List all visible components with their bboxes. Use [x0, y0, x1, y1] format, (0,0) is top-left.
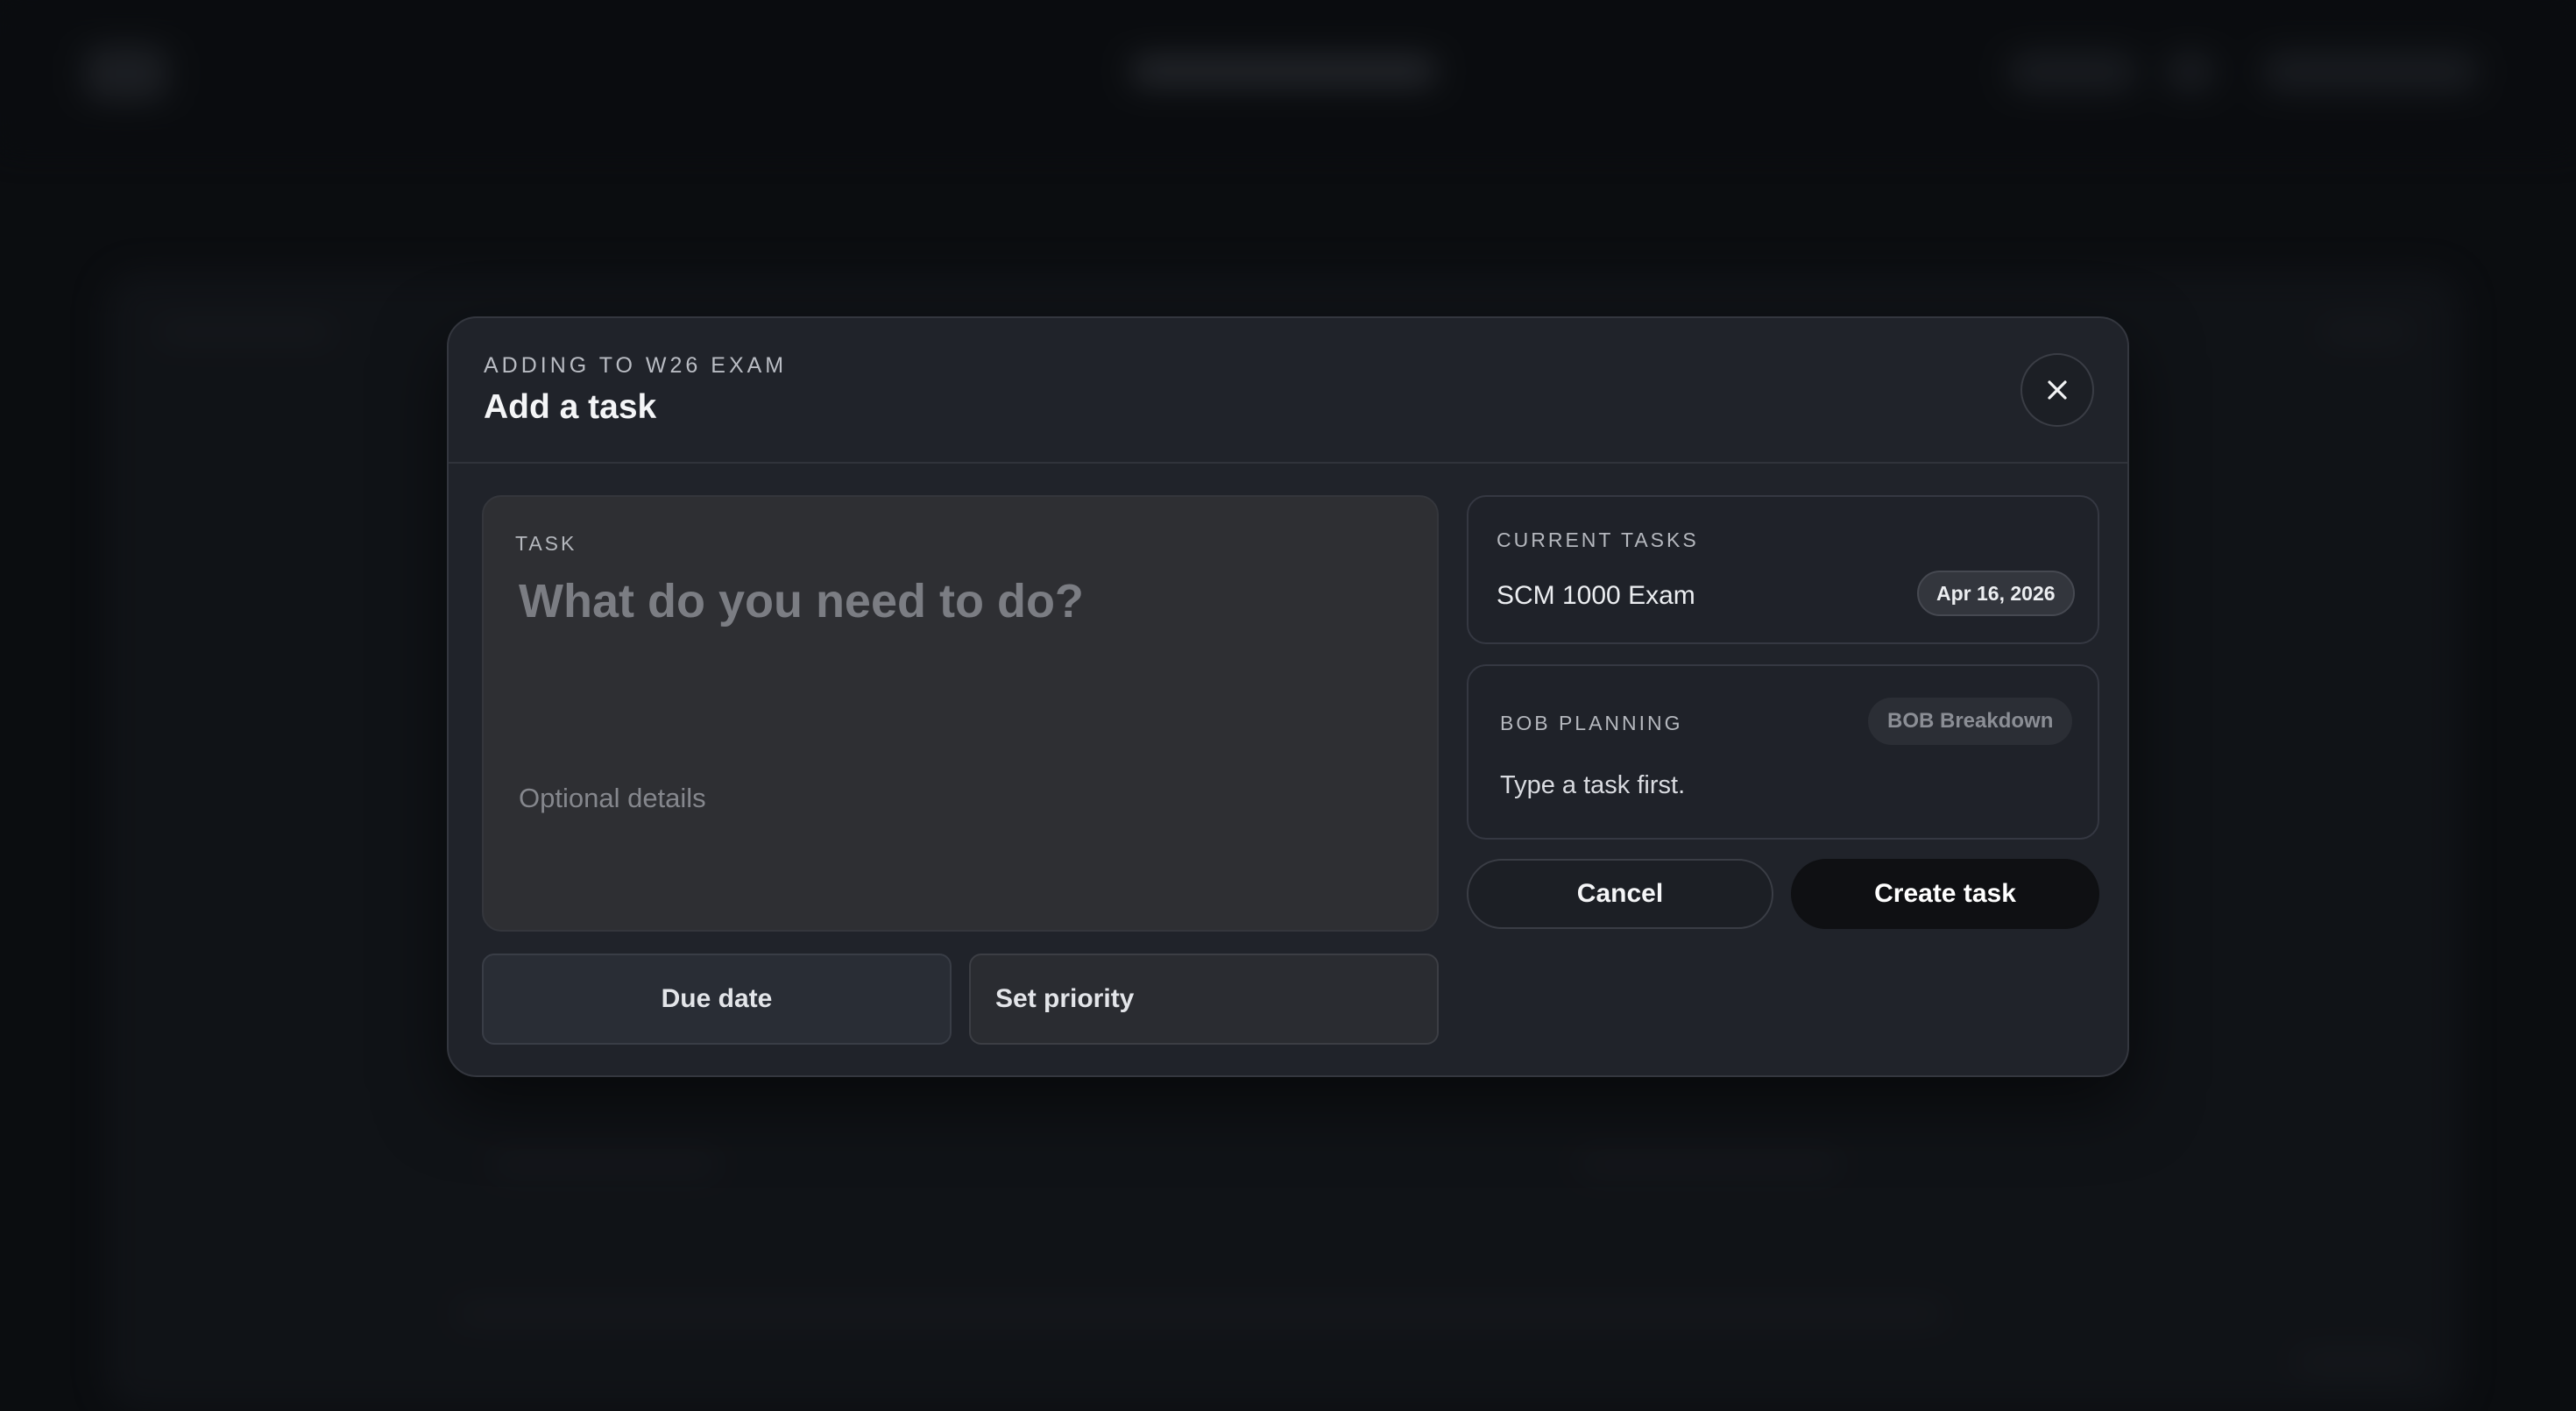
background-line: [456, 1306, 1945, 1322]
dialog-eyebrow: ADDING TO W26 EXAM: [484, 353, 788, 378]
background-column: [315, 377, 317, 1323]
set-priority-button[interactable]: Set priority: [969, 954, 1439, 1045]
background-title: [1130, 56, 1437, 86]
background-column: [2226, 377, 2227, 1323]
current-tasks-card: CURRENT TASKS SCM 1000 Exam Apr 16, 2026: [1467, 495, 2099, 644]
background-line: [1577, 1157, 1840, 1173]
background-line: [491, 1157, 718, 1173]
current-task-date-badge: Apr 16, 2026: [1917, 571, 2075, 616]
close-button[interactable]: [2020, 353, 2094, 427]
task-title-input[interactable]: What do you need to do?: [519, 574, 1404, 628]
background-line: [158, 324, 333, 340]
due-date-button[interactable]: Due date: [482, 954, 952, 1045]
cancel-button[interactable]: Cancel: [1467, 859, 1773, 929]
bob-planning-card: BOB PLANNING BOB Breakdown Type a task f…: [1467, 664, 2099, 840]
dialog-header: ADDING TO W26 EXAM Add a task: [449, 318, 2127, 464]
background-line: [2322, 324, 2410, 340]
task-label: TASK: [515, 532, 577, 555]
close-icon: [2048, 380, 2067, 400]
background-button: [2006, 51, 2138, 93]
background-button: [2261, 51, 2480, 93]
dialog-title: Add a task: [484, 388, 657, 426]
bob-planning-hint: Type a task first.: [1500, 771, 1686, 799]
add-task-dialog: ADDING TO W26 EXAM Add a task TASK What …: [447, 316, 2129, 1077]
current-task-name: SCM 1000 Exam: [1497, 581, 1695, 610]
background-logo: [84, 46, 168, 102]
current-tasks-heading: CURRENT TASKS: [1497, 528, 1699, 551]
task-editor[interactable]: TASK What do you need to do? Optional de…: [482, 495, 1439, 932]
bob-planning-heading: BOB PLANNING: [1500, 712, 1683, 734]
background-line: [2296, 1354, 2418, 1370]
background-button: [2164, 51, 2217, 93]
bob-breakdown-button[interactable]: BOB Breakdown: [1868, 698, 2073, 745]
create-task-button[interactable]: Create task: [1791, 859, 2099, 929]
task-details-input[interactable]: Optional details: [519, 783, 1404, 814]
